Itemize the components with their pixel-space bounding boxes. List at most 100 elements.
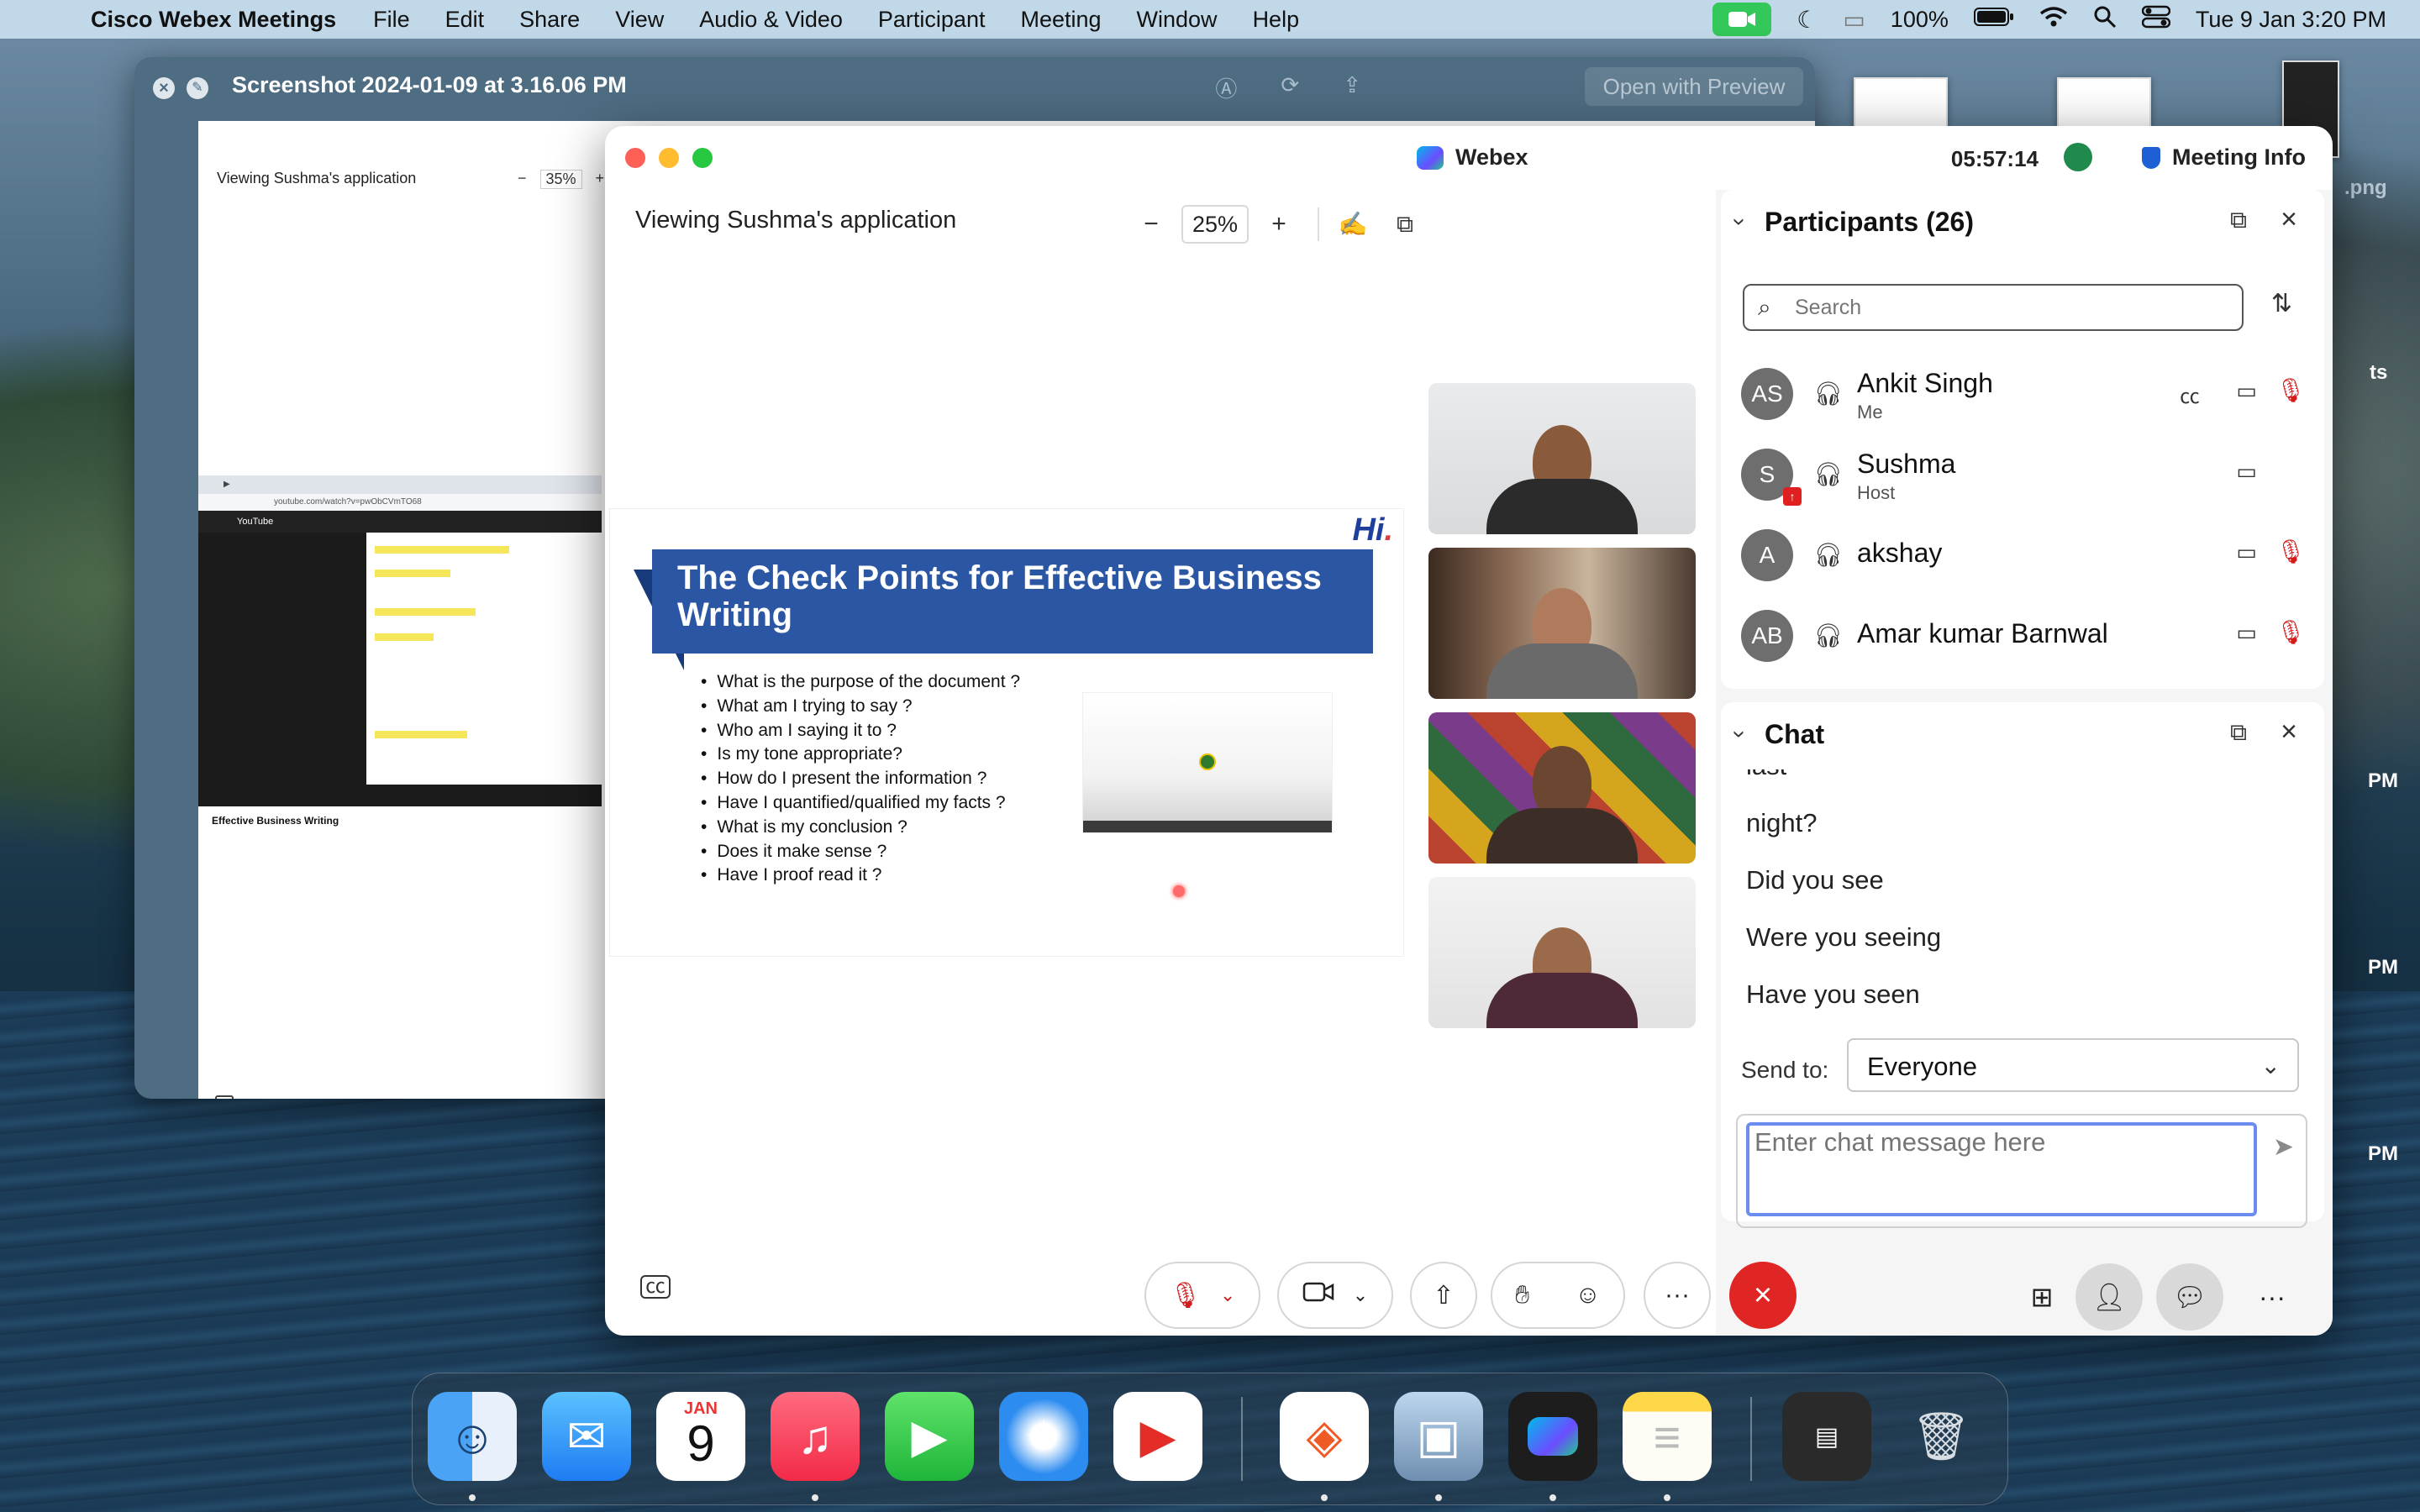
menu-share[interactable]: Share (519, 7, 580, 33)
participant-role: Host (1857, 482, 1896, 503)
music-icon[interactable]: ♫ (771, 1392, 860, 1481)
chat-toggle-button[interactable]: 💬︎ (2156, 1263, 2223, 1331)
zoom-level[interactable]: 25% (1181, 205, 1249, 244)
slide-bullet: How do I present the information ? (701, 767, 1020, 791)
wifi-icon[interactable] (2039, 6, 2068, 34)
menu-participant[interactable]: Participant (878, 7, 986, 33)
participant-search-input[interactable] (1795, 292, 2232, 323)
participants-title: Participants (26) (1765, 207, 1974, 237)
reactions-icon[interactable]: ☺︎ (1575, 1281, 1601, 1310)
participant-role: Me (1857, 402, 1883, 423)
send-icon[interactable]: ➤ (2273, 1132, 2294, 1162)
camera-in-use-icon[interactable] (1712, 3, 1772, 36)
headset-icon: 🎧︎ (1813, 381, 1844, 407)
participant-row[interactable]: A 🎧︎ akshay ▭ 🎙︎ (1721, 514, 2324, 595)
participant-row[interactable]: AS 🎧︎ Ankit Singh Me ㏄ ▭ 🎙︎ (1721, 353, 2324, 433)
preview-icon[interactable]: ▣ (1394, 1392, 1483, 1481)
video-button[interactable]: ⌄ (1277, 1262, 1393, 1329)
trash-icon[interactable]: 🗑︎ (1897, 1392, 1986, 1481)
menu-view[interactable]: View (615, 7, 664, 33)
focus-moon-icon[interactable]: ☾ (1797, 6, 1818, 34)
menu-meeting[interactable]: Meeting (1020, 7, 1101, 33)
participant-video-tile[interactable] (1428, 712, 1696, 864)
open-with-preview-button[interactable]: Open with Preview (1585, 67, 1803, 106)
collapse-chevron-icon[interactable]: › (1727, 218, 1754, 225)
share-button[interactable]: ⇧ (1410, 1262, 1477, 1329)
popout-icon[interactable]: ⧉ (2230, 207, 2247, 234)
zoom-out-button[interactable]: − (1136, 207, 1166, 241)
menu-edit[interactable]: Edit (445, 7, 485, 33)
battery-icon[interactable] (1973, 7, 2014, 33)
desktop-file-thumbnail[interactable] (2057, 77, 2151, 133)
close-icon[interactable]: × (2281, 716, 2297, 748)
mail-icon[interactable]: ✉ (542, 1392, 631, 1481)
control-center-icon[interactable] (2141, 5, 2171, 34)
clock-datetime[interactable]: Tue 9 Jan 3:20 PM (2196, 7, 2386, 33)
close-window-button[interactable] (625, 148, 645, 168)
menu-app-name[interactable]: Cisco Webex Meetings (91, 7, 336, 33)
collapse-chevron-icon[interactable]: › (1727, 730, 1754, 738)
brave-browser-icon[interactable]: ◈ (1280, 1392, 1369, 1481)
recent-window-thumbnail[interactable]: ▤ (1782, 1392, 1871, 1481)
video-camera-icon[interactable]: ▭ (2236, 459, 2257, 485)
closed-caption-icon[interactable]: ㏄ (640, 1275, 671, 1299)
fullscreen-window-button[interactable] (692, 148, 713, 168)
closed-caption-icon[interactable]: ㏄ (2180, 380, 2200, 409)
inner-share-label: Viewing Sushma's application (217, 170, 417, 186)
popout-icon[interactable]: ⧉ (2230, 719, 2247, 747)
network-health-icon[interactable] (2064, 143, 2092, 171)
stage-manager-icon[interactable]: ▭ (1843, 6, 1865, 34)
chat-message-input[interactable] (1749, 1126, 2254, 1213)
apps-button[interactable]: ⊞ (2008, 1263, 2075, 1331)
menu-audio-video[interactable]: Audio & Video (699, 7, 843, 33)
more-options-button[interactable]: ··· (1644, 1262, 1711, 1329)
menu-help[interactable]: Help (1253, 7, 1300, 33)
edit-icon[interactable]: ✎ (187, 77, 208, 99)
notes-icon[interactable]: ≡ (1623, 1392, 1712, 1481)
participant-row[interactable]: S ↑ 🎧︎ Sushma Host ▭ (1721, 433, 2324, 514)
participant-video-tile[interactable] (1428, 383, 1696, 534)
video-camera-icon[interactable]: ▭ (2236, 539, 2257, 565)
facetime-icon[interactable]: ▶ (885, 1392, 974, 1481)
video-camera-icon[interactable]: ▭ (2236, 378, 2257, 404)
close-icon[interactable]: × (2281, 203, 2297, 236)
preview-title: Screenshot 2024-01-09 at 3.16.06 PM (232, 72, 627, 97)
sort-icon[interactable]: ⇅ (2271, 289, 2292, 318)
webex-icon[interactable] (1508, 1392, 1597, 1481)
participant-video-tile[interactable] (1428, 548, 1696, 699)
video-camera-icon[interactable]: ▭ (2236, 620, 2257, 646)
markup-icon[interactable]: Ⓐ (1215, 72, 1237, 103)
muted-microphone-icon[interactable]: 🎙︎ (2275, 376, 2306, 404)
minimize-window-button[interactable] (659, 148, 679, 168)
muted-microphone-icon[interactable]: 🎙︎ (2275, 618, 2306, 646)
close-icon[interactable]: × (153, 77, 175, 99)
zoom-in-button[interactable]: + (1264, 207, 1294, 241)
share-icon[interactable]: ⇪ (1343, 72, 1361, 103)
send-to-dropdown[interactable]: Everyone ⌄ (1847, 1038, 2299, 1092)
spotlight-search-icon[interactable] (2093, 5, 2117, 34)
desktop-file-thumbnail[interactable] (1854, 77, 1948, 133)
participant-search[interactable]: ⌕ (1743, 284, 2244, 331)
chat-message-list[interactable]: last night? Did you see Were you seeing … (1721, 769, 2324, 1030)
annotate-icon[interactable]: ✍ (1334, 206, 1371, 243)
participants-toggle-button[interactable]: 👤︎ (2075, 1263, 2143, 1331)
youtube-icon[interactable]: ▶ (1113, 1392, 1202, 1481)
participant-video-tile[interactable] (1428, 877, 1696, 1028)
rotate-icon[interactable]: ⟳ (1281, 72, 1299, 103)
raise-hand-icon[interactable]: ✋︎ (1515, 1281, 1529, 1310)
calendar-icon[interactable]: JAN 9 (656, 1392, 745, 1481)
muted-microphone-icon[interactable]: 🎙︎ (2275, 538, 2306, 565)
remote-control-icon[interactable]: ⧉ (1386, 206, 1423, 243)
meeting-info-button[interactable]: Meeting Info (2142, 144, 2306, 171)
menu-file[interactable]: File (373, 7, 410, 33)
menu-window[interactable]: Window (1137, 7, 1218, 33)
finder-icon[interactable]: ☺ (428, 1392, 517, 1481)
webex-window[interactable]: Webex 05:57:14 Meeting Info Viewing Sush… (605, 126, 2333, 1336)
chevron-down-icon[interactable]: ⌄ (1353, 1284, 1368, 1306)
chevron-down-icon[interactable]: ⌄ (1220, 1284, 1235, 1306)
overflow-menu-button[interactable]: ··· (2238, 1263, 2306, 1331)
participant-row[interactable]: AB 🎧︎ Amar kumar Barnwal ▭ 🎙︎ (1721, 595, 2324, 675)
mute-button[interactable]: 🎙︎ ⌄ (1144, 1262, 1260, 1329)
safari-icon[interactable]: ✦ (999, 1392, 1088, 1481)
leave-meeting-button[interactable]: × (1729, 1262, 1797, 1329)
